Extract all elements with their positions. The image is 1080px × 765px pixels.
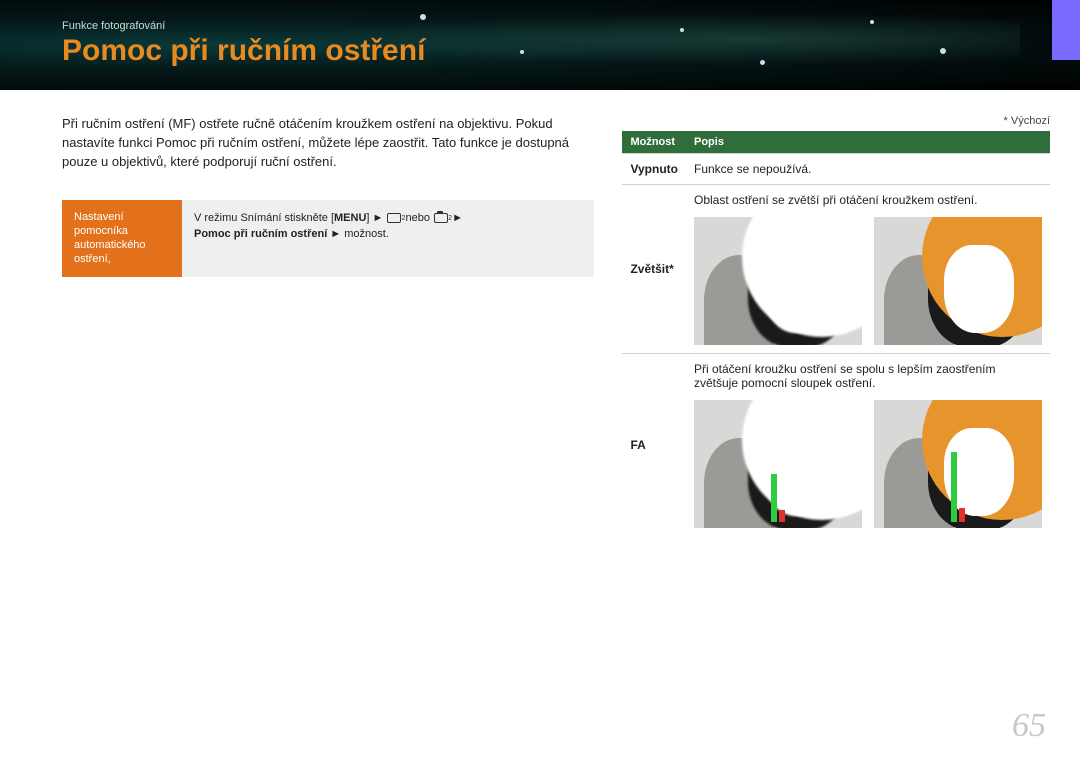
camcorder-icon	[434, 213, 448, 223]
intro-text: Při ručním ostření (MF) ostřete ručně ot…	[62, 115, 594, 172]
focus-bar-low	[771, 474, 785, 522]
opt-zoom: Zvětšit*	[622, 185, 686, 354]
page-title: Pomoc při ručním ostření	[62, 34, 1080, 68]
menu-key: MENU	[334, 212, 366, 224]
side-tab[interactable]	[1052, 0, 1080, 60]
thumb-fa-before	[694, 400, 862, 528]
desc-off: Funkce se nepoužívá.	[686, 154, 1050, 185]
camera-icon	[387, 213, 401, 223]
table-row: Vypnuto Funkce se nepoužívá.	[622, 154, 1050, 185]
thumb-zoom-after	[874, 217, 1042, 345]
setting-row: Nastavení pomocníka automatického ostřen…	[62, 200, 594, 277]
setting-body-prefix: V režimu Snímání stiskněte [	[194, 212, 334, 224]
or-text: nebo	[402, 212, 433, 224]
table-row: FA Při otáčení kroužku ostření se spolu …	[622, 354, 1050, 537]
setting-label: Nastavení pomocníka automatického ostřen…	[62, 200, 182, 277]
desc-zoom: Oblast ostření se zvětší při otáčení kro…	[686, 185, 1050, 354]
page-header: Funkce fotografování Pomoc při ručním os…	[0, 0, 1080, 90]
setting-body: V režimu Snímání stiskněte [MENU] ► nebo…	[182, 200, 594, 277]
page-number: 65	[1012, 707, 1046, 745]
th-desc: Popis	[686, 131, 1050, 154]
setting-name: Pomoc při ručním ostření	[194, 228, 327, 240]
thumb-zoom-before	[694, 217, 862, 345]
content: Při ručním ostření (MF) ostřete ručně ot…	[62, 115, 1050, 536]
table-row: Zvětšit* Oblast ostření se zvětší při ot…	[622, 185, 1050, 354]
desc-fa-text: Při otáčení kroužku ostření se spolu s l…	[694, 362, 995, 390]
arrow1: ] ►	[366, 212, 386, 224]
thumb-fa-after	[874, 400, 1042, 528]
desc-zoom-text: Oblast ostření se zvětší při otáčení kro…	[694, 193, 977, 207]
opt-off: Vypnuto	[622, 154, 686, 185]
default-note: * Výchozí	[622, 115, 1050, 127]
setting-suffix: ► možnost.	[327, 228, 389, 240]
desc-fa: Při otáčení kroužku ostření se spolu s l…	[686, 354, 1050, 537]
breadcrumb: Funkce fotografování	[62, 20, 1080, 32]
th-option: Možnost	[622, 131, 686, 154]
opt-fa: FA	[622, 354, 686, 537]
focus-bar-high	[951, 452, 965, 522]
options-table: Možnost Popis Vypnuto Funkce se nepoužív…	[622, 131, 1050, 536]
